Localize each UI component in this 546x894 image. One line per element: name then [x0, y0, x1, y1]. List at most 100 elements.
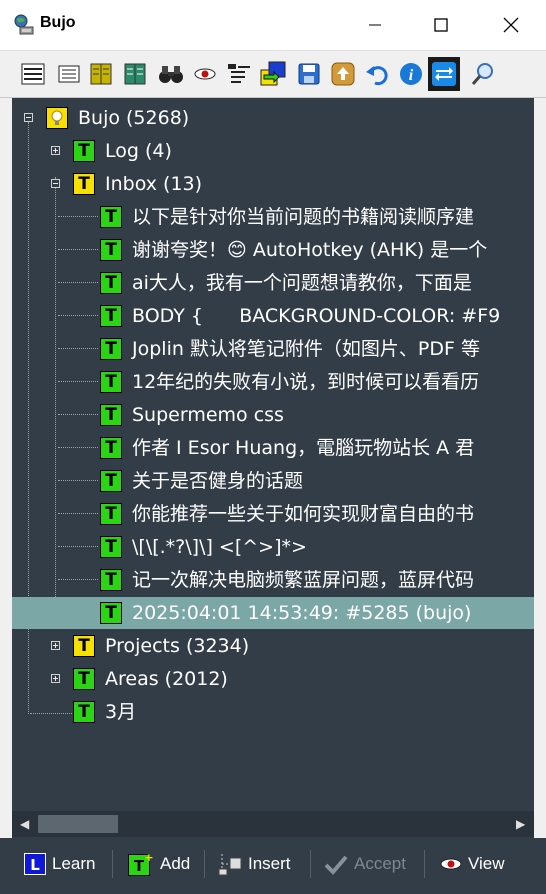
inbox-item[interactable]: T Supermemo css — [12, 399, 534, 431]
save-button[interactable] — [296, 61, 322, 87]
maximize-button[interactable] — [418, 0, 464, 50]
tree-node-label: Areas (2012) — [105, 668, 228, 690]
expand-icon[interactable] — [51, 641, 60, 650]
tree-node-inbox[interactable]: T Inbox (13) — [12, 168, 534, 200]
collapse-icon[interactable] — [51, 179, 60, 188]
undo-icon — [366, 66, 388, 86]
inbox-item-label: 你能推荐一些关于如何实现财富自由的书 — [132, 503, 475, 525]
notebook-icon — [124, 63, 146, 85]
separator — [112, 850, 113, 878]
list-view-icon — [21, 63, 45, 85]
topic-icon: T — [100, 239, 122, 261]
accept-button-label: Accept — [354, 854, 406, 873]
topic-icon: T — [100, 272, 122, 294]
swap-icon — [432, 62, 456, 86]
maximize-icon — [434, 18, 448, 32]
tree-node-log[interactable]: T Log (4) — [12, 135, 534, 167]
tree-node-label: Projects (3234) — [105, 635, 250, 657]
svg-text:T: T — [134, 857, 145, 875]
eye-icon — [440, 858, 462, 870]
undo-button[interactable] — [364, 61, 390, 87]
topic-icon: T — [100, 404, 122, 426]
inbox-item[interactable]: T Joplin 默认将笔记附件（如图片、PDF 等 — [12, 333, 534, 365]
svg-text:L: L — [30, 856, 40, 874]
save-icon — [298, 63, 320, 85]
insert-button[interactable]: Insert — [218, 850, 291, 878]
app-icon — [14, 14, 34, 35]
title-bar: Bujo — [0, 0, 546, 51]
topic-icon: T — [100, 470, 122, 492]
tree-node-label: 3月 — [105, 701, 137, 723]
inbox-item[interactable]: T 以下是针对你当前问题的书籍阅读顺序建 — [12, 201, 534, 233]
move-button[interactable] — [260, 61, 286, 87]
learn-button-label: Learn — [52, 854, 96, 873]
close-icon — [503, 17, 519, 33]
notebook-button[interactable] — [122, 61, 148, 87]
inbox-item-label: 以下是针对你当前问题的书籍阅读顺序建 — [132, 206, 475, 228]
magnifier-icon — [471, 63, 493, 85]
inbox-item-selected[interactable]: T 2025:04:01 14:53:49: #5285 (bujo) — [12, 597, 534, 629]
checkmark-icon — [324, 855, 348, 875]
topic-icon: T — [73, 668, 95, 690]
add-icon: T + — [128, 852, 154, 876]
inbox-item[interactable]: T \[\[.*?\]\] <[^>]*> — [12, 531, 534, 563]
inbox-item[interactable]: T 记一次解决电脑频繁蓝屏问题，蓝屏代码 — [12, 564, 534, 596]
list-view-button[interactable] — [20, 61, 46, 87]
swap-toggle-button[interactable] — [428, 57, 460, 91]
tree-node-projects[interactable]: T Projects (3234) — [12, 630, 534, 662]
outline-button[interactable] — [226, 61, 252, 87]
minimize-icon — [369, 24, 381, 26]
inbox-item[interactable]: T 12年纪的失败有小说，到时候可以看看历 — [12, 366, 534, 398]
upload-button[interactable] — [330, 61, 356, 87]
svg-text:+: + — [144, 852, 153, 864]
tree-view[interactable]: Bujo (5268) T Log (4) T Inbox (13) T 以下是… — [12, 98, 534, 810]
info-icon: i — [400, 63, 422, 85]
inbox-item[interactable]: T 谢谢夸奖！😊 AutoHotkey (AHK) 是一个 — [12, 234, 534, 266]
zoom-button[interactable] — [470, 61, 496, 87]
add-button-label: Add — [160, 854, 191, 873]
inbox-item-label: 作者 I Esor Huang，電腦玩物站长 A 君 — [132, 437, 475, 459]
detail-list-button[interactable] — [56, 61, 82, 87]
inbox-item-label: 记一次解决电脑频繁蓝屏问题，蓝屏代码 — [132, 569, 475, 591]
bottom-bar: L Learn T + Add Insert Accept View — [0, 838, 546, 894]
inbox-item[interactable]: T BODY { BACKGROUND-COLOR: #F9 — [12, 300, 534, 332]
minimize-button[interactable] — [352, 0, 398, 50]
accept-button[interactable]: Accept — [324, 850, 406, 878]
topic-icon: T — [73, 173, 95, 195]
horizontal-scrollbar[interactable]: ◀ ▶ — [12, 811, 534, 837]
inbox-item-label: 12年纪的失败有小说，到时候可以看看历 — [132, 371, 480, 393]
scroll-right-icon[interactable]: ▶ — [516, 817, 525, 831]
topic-icon: T — [73, 140, 95, 162]
book-icon — [90, 63, 112, 85]
inbox-item[interactable]: T 你能推荐一些关于如何实现财富自由的书 — [12, 498, 534, 530]
topic-icon: T — [100, 305, 122, 327]
inbox-item-label: \[\[.*?\]\] <[^>]*> — [132, 536, 307, 558]
scroll-left-icon[interactable]: ◀ — [20, 817, 29, 831]
view-button[interactable]: View — [440, 850, 505, 878]
add-button[interactable]: T + Add — [128, 850, 190, 878]
inbox-item-label: Joplin 默认将笔记附件（如图片、PDF 等 — [132, 338, 480, 360]
search-binoculars-button[interactable] — [158, 61, 184, 87]
expand-icon[interactable] — [51, 674, 60, 683]
scroll-thumb[interactable] — [38, 815, 118, 833]
view-eye-button[interactable] — [192, 61, 218, 87]
info-button[interactable]: i — [398, 61, 424, 87]
separator — [204, 850, 205, 878]
learn-button[interactable]: L Learn — [24, 850, 95, 878]
tree-node-march[interactable]: T 3月 — [12, 696, 534, 728]
collapse-icon[interactable] — [24, 113, 33, 122]
expand-icon[interactable] — [51, 146, 60, 155]
learn-icon: L — [24, 853, 46, 875]
close-button[interactable] — [488, 0, 534, 50]
book-button[interactable] — [88, 61, 114, 87]
lightbulb-icon — [46, 107, 68, 129]
detail-list-icon — [58, 65, 80, 83]
upload-icon — [331, 62, 355, 86]
inbox-item-label: 谢谢夸奖！😊 AutoHotkey (AHK) 是一个 — [132, 239, 488, 261]
tree-node-areas[interactable]: T Areas (2012) — [12, 663, 534, 695]
toolbar: i — [0, 51, 546, 98]
tree-root-row[interactable]: Bujo (5268) — [12, 102, 534, 134]
inbox-item[interactable]: T ai大人，我有一个问题想请教你，下面是 — [12, 267, 534, 299]
inbox-item[interactable]: T 作者 I Esor Huang，電腦玩物站长 A 君 — [12, 432, 534, 464]
inbox-item[interactable]: T 关于是否健身的话题 — [12, 465, 534, 497]
